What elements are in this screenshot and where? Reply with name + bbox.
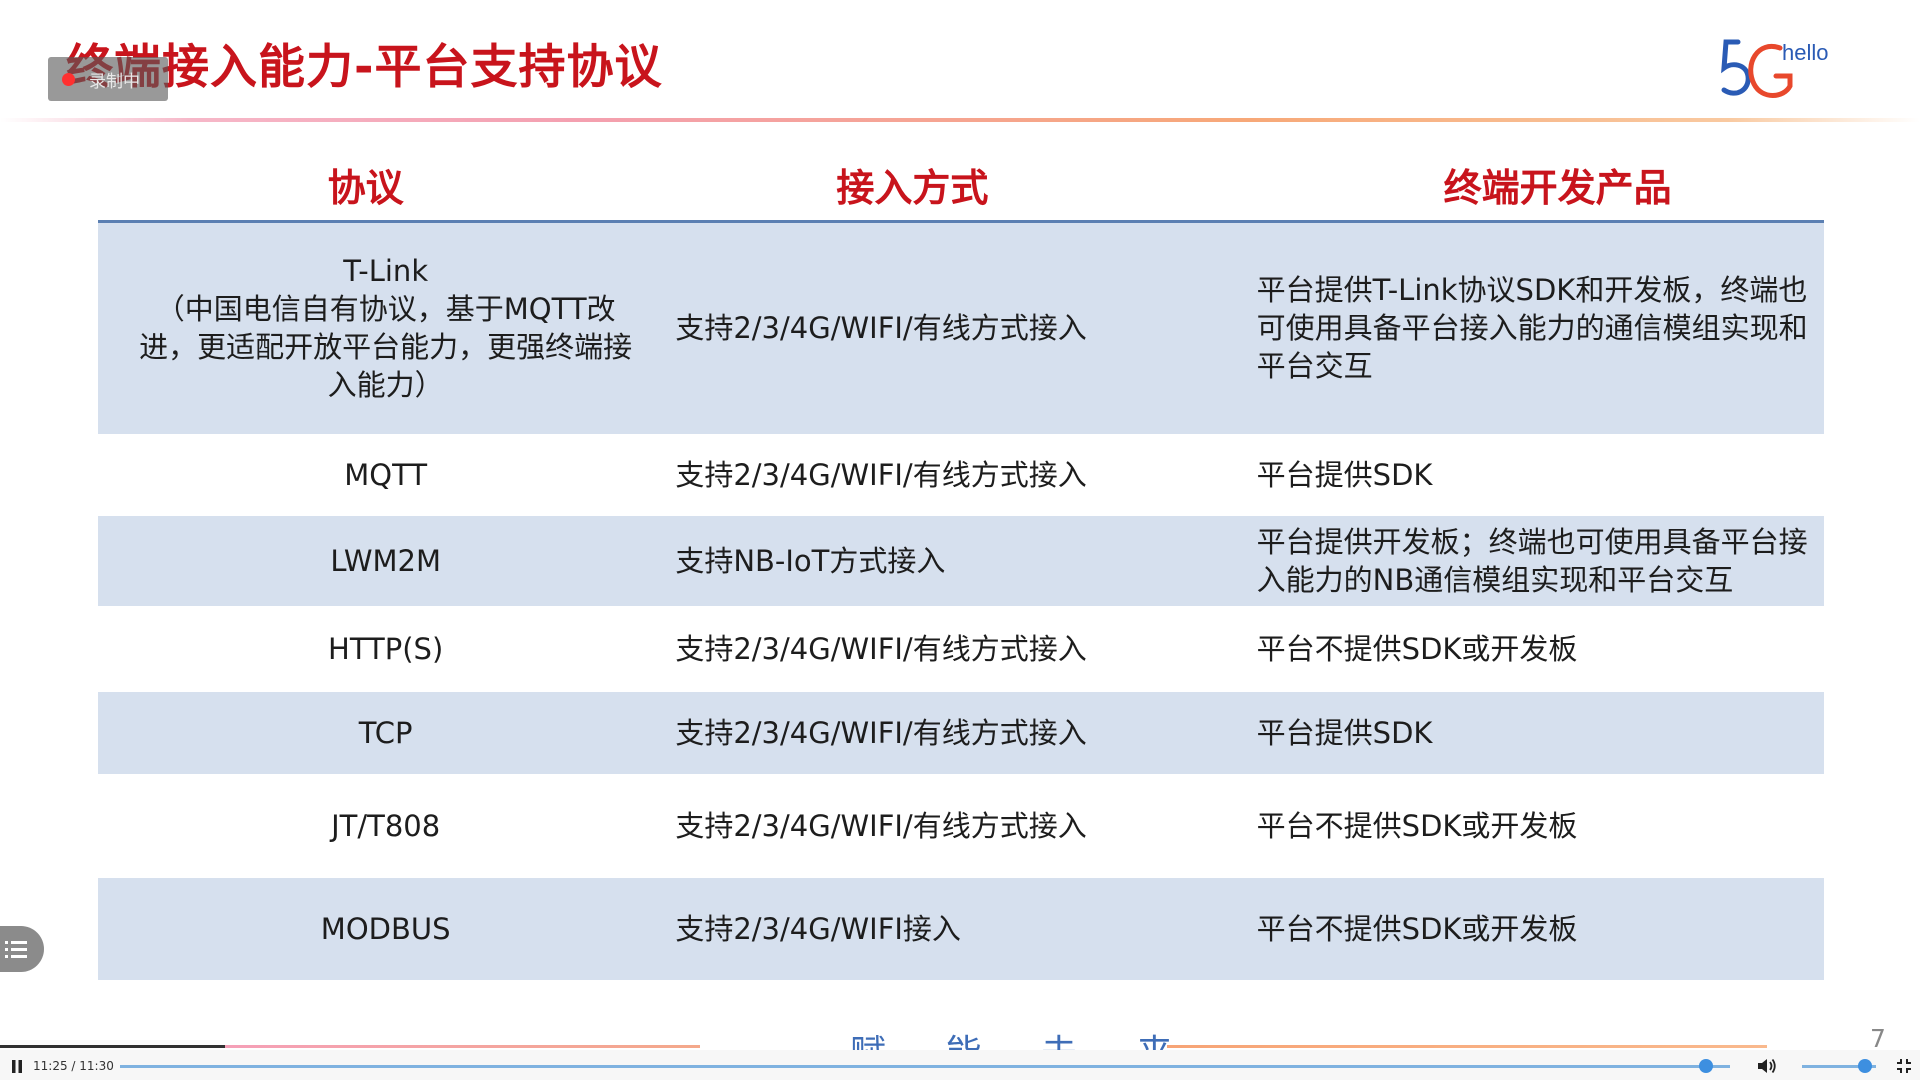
header-access: 接入方式: [673, 148, 1249, 223]
protocol-table: 协议 接入方式 终端开发产品 T-Link （中国电信自有协议，基于MQTT改进…: [98, 148, 1824, 980]
table-row: JT/T808 支持2/3/4G/WIFI/有线方式接入 平台不提供SDK或开发…: [98, 774, 1824, 878]
product-cell: 平台不提供SDK或开发板: [1256, 808, 1578, 843]
protocol-cell: MODBUS: [98, 877, 674, 980]
record-dot-icon: [62, 72, 75, 86]
fullscreen-icon[interactable]: [1896, 1058, 1912, 1074]
header-product: 终端开发产品: [1248, 148, 1824, 223]
slide-progress-played: [0, 1045, 226, 1048]
logo-text: hello: [1782, 40, 1828, 65]
table-row: HTTP(S) 支持2/3/4G/WIFI/有线方式接入 平台不提供SDK或开发…: [98, 606, 1824, 692]
protocol-note: （中国电信自有协议，基于MQTT改进，更适配开放平台能力，更强终端接入能力）: [139, 292, 633, 403]
chapter-menu-button[interactable]: [0, 926, 44, 972]
protocol-cell: HTTP(S): [328, 631, 444, 666]
volume-icon[interactable]: [1756, 1057, 1778, 1075]
protocol-name: T-Link: [343, 254, 429, 289]
protocol-cell: TCP: [98, 691, 674, 774]
header-protocol: 协议: [98, 148, 674, 223]
footer-line-right: [1167, 1045, 1767, 1048]
table-row: T-Link （中国电信自有协议，基于MQTT改进，更适配开放平台能力，更强终端…: [98, 221, 1824, 434]
product-cell: 平台提供T-Link协议SDK和开发板，终端也可使用具备平台接入能力的通信模组实…: [1248, 221, 1824, 434]
table-row: MODBUS 支持2/3/4G/WIFI接入 平台不提供SDK或开发板: [98, 877, 1824, 980]
access-cell: 支持NB-IoT方式接入: [673, 515, 1249, 606]
table-row: LWM2M 支持NB-IoT方式接入 平台提供开发板；终端也可使用具备平台接入能…: [98, 515, 1824, 606]
access-cell: 支持2/3/4G/WIFI/有线方式接入: [675, 808, 1087, 843]
pause-icon[interactable]: [11, 1060, 23, 1073]
product-cell: 平台提供SDK: [1256, 457, 1433, 492]
recording-label: 录制中: [89, 71, 140, 92]
product-cell: 平台提供开发板；终端也可使用具备平台接入能力的NB通信模组实现和平台交互: [1248, 515, 1824, 606]
table-row: TCP 支持2/3/4G/WIFI/有线方式接入 平台提供SDK: [98, 691, 1824, 774]
menu-list-icon: [5, 941, 27, 958]
footer-line-left: [225, 1045, 700, 1048]
table-row: MQTT 支持2/3/4G/WIFI/有线方式接入 平台提供SDK: [98, 434, 1824, 516]
access-cell: 支持2/3/4G/WIFI/有线方式接入: [675, 631, 1087, 666]
protocol-cell: LWM2M: [98, 515, 674, 606]
logo-5g-icon: hello: [1721, 39, 1828, 98]
access-cell: 支持2/3/4G/WIFI/有线方式接入: [673, 691, 1249, 774]
product-cell: 平台不提供SDK或开发板: [1256, 631, 1578, 666]
recording-badge[interactable]: 录制中: [48, 57, 168, 101]
player-controls: 11:25 / 11:30: [0, 1050, 1920, 1080]
protocol-cell: JT/T808: [331, 808, 441, 843]
table-header-row: 协议 接入方式 终端开发产品: [98, 148, 1824, 223]
volume-handle[interactable]: [1857, 1059, 1872, 1073]
title-divider: [0, 118, 1920, 122]
protocol-cell: T-Link （中国电信自有协议，基于MQTT改进，更适配开放平台能力，更强终端…: [98, 221, 674, 434]
access-cell: 支持2/3/4G/WIFI/有线方式接入: [675, 457, 1087, 492]
access-cell: 支持2/3/4G/WIFI/有线方式接入: [673, 221, 1249, 434]
access-cell: 支持2/3/4G/WIFI接入: [673, 877, 1249, 980]
product-cell: 平台提供SDK: [1248, 691, 1824, 774]
product-cell: 平台不提供SDK或开发板: [1248, 877, 1824, 980]
protocol-cell: MQTT: [344, 457, 428, 492]
seek-handle[interactable]: [1698, 1059, 1713, 1073]
seek-bar[interactable]: [120, 1065, 1730, 1068]
playback-time: 11:25 / 11:30: [33, 1059, 114, 1073]
page-number: 7: [1870, 1024, 1886, 1053]
